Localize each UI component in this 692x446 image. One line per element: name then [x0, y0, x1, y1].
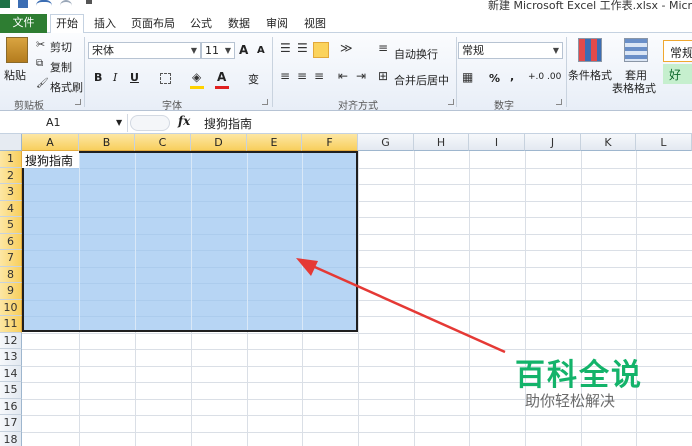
increase-decimal-icon[interactable]: +.0 [528, 72, 544, 82]
align-middle-icon[interactable]: ☰ [297, 41, 308, 55]
phonetic-button[interactable]: 变 [248, 71, 259, 87]
font-group-label: 字体 [162, 101, 182, 112]
save-icon[interactable] [18, 0, 28, 8]
font-name-value: 宋体 [92, 44, 114, 57]
number-dialog-launcher-icon[interactable] [556, 99, 562, 105]
fx-icon[interactable]: fx [178, 114, 190, 128]
tab-review[interactable]: 审阅 [264, 15, 290, 33]
borders-icon[interactable] [160, 73, 171, 84]
clipboard-dialog-launcher-icon[interactable] [75, 99, 81, 105]
tab-home[interactable]: 开始 [50, 14, 84, 33]
formula-bar: A1 ▼ fx 搜狗指南 [0, 112, 692, 134]
watermark: 百科全说 助你轻松解决 [495, 340, 665, 430]
chevron-down-icon[interactable]: ▼ [116, 114, 122, 132]
shrink-font-button[interactable]: A [257, 45, 265, 56]
separator [566, 37, 567, 107]
grow-font-button[interactable]: A [239, 43, 248, 57]
wrap-text-button[interactable]: 自动换行 [394, 46, 438, 62]
separator [272, 37, 273, 107]
tab-file[interactable]: 文件 [0, 14, 47, 33]
ribbon-tabs: 文件 开始 插入 页面布局 公式 数据 审阅 视图 [0, 12, 692, 33]
tab-formulas[interactable]: 公式 [188, 15, 214, 33]
arrow-shaft [307, 262, 506, 354]
tab-data[interactable]: 数据 [226, 15, 252, 33]
chevron-down-icon: ▼ [224, 46, 231, 55]
clipboard-group-label: 剪贴板 [14, 101, 44, 112]
decrease-indent-icon[interactable]: ⇤ [338, 69, 348, 83]
conditional-format-icon[interactable] [578, 38, 602, 62]
copy-icon[interactable]: ⧉ [36, 58, 43, 69]
font-color-icon[interactable]: A [217, 70, 226, 84]
currency-icon[interactable]: ▦ [462, 70, 473, 84]
chevron-down-icon: ▼ [190, 46, 197, 55]
percent-button[interactable]: % [489, 72, 500, 85]
fill-color-icon[interactable]: ◈ [192, 70, 201, 84]
arrow-head [296, 258, 318, 276]
cut-button[interactable]: 剪切 [50, 39, 72, 55]
format-as-table-icon[interactable] [624, 38, 648, 62]
title-bar: 新建 Microsoft Excel 工作表.xlsx - Microsoft [0, 0, 692, 12]
tab-page-layout[interactable]: 页面布局 [130, 15, 176, 33]
formula-input[interactable]: 搜狗指南 [204, 115, 252, 132]
increase-indent-icon[interactable]: ⇥ [356, 69, 366, 83]
tab-insert[interactable]: 插入 [92, 15, 118, 33]
chevron-down-icon: ▼ [552, 46, 559, 55]
orientation-icon[interactable]: ≫ [340, 41, 353, 55]
format-painter-icon[interactable]: 🖌 [36, 78, 49, 89]
separator [456, 37, 457, 107]
font-name-combo[interactable]: 宋体 ▼ [88, 42, 201, 59]
fill-color-bar [190, 86, 204, 89]
font-size-combo[interactable]: 11 ▼ [201, 42, 235, 59]
paste-button[interactable]: 粘贴 [4, 67, 26, 83]
format-as-table-label-2[interactable]: 表格格式 [612, 80, 656, 96]
style-normal-label: 常规 [670, 46, 692, 60]
align-top-icon[interactable]: ☰ [280, 41, 291, 55]
number-format-value: 常规 [462, 44, 484, 57]
wrap-text-icon[interactable]: ≡ [378, 41, 388, 55]
format-painter-button[interactable]: 格式刷 [50, 79, 83, 95]
excel-logo-icon[interactable] [0, 0, 10, 8]
number-format-combo[interactable]: 常规 ▼ [458, 42, 563, 59]
italic-button[interactable]: I [113, 71, 117, 84]
ribbon: 粘贴 ✂ 剪切 ⧉ 复制 🖌 格式刷 剪贴板 宋体 ▼ 11 ▼ A A B I… [0, 33, 692, 112]
copy-button[interactable]: 复制 [50, 59, 72, 75]
redo-icon[interactable] [60, 0, 72, 8]
style-good-label: 好 [669, 68, 682, 82]
formula-divider-handle[interactable] [130, 115, 170, 131]
merge-center-button[interactable]: 合并后居中 [394, 72, 449, 88]
alignment-group-label: 对齐方式 [338, 101, 378, 112]
number-group-label: 数字 [494, 101, 514, 112]
decrease-decimal-icon[interactable]: .00 [547, 72, 561, 82]
align-bottom-icon[interactable] [313, 42, 329, 58]
style-good[interactable]: 好 [663, 64, 692, 84]
undo-icon[interactable] [36, 0, 52, 8]
window-title: 新建 Microsoft Excel 工作表.xlsx - Microsoft [488, 0, 692, 12]
font-color-bar [215, 86, 229, 89]
align-center-icon[interactable]: ≡ [297, 69, 307, 83]
align-left-icon[interactable]: ≡ [280, 69, 290, 83]
comma-button[interactable]: , [510, 70, 514, 83]
style-normal[interactable]: 常规 [663, 40, 692, 62]
bold-button[interactable]: B [94, 71, 102, 84]
align-right-icon[interactable]: ≡ [314, 69, 324, 83]
paste-icon[interactable] [6, 37, 28, 63]
alignment-dialog-launcher-icon[interactable] [448, 99, 454, 105]
watermark-title: 百科全说 [515, 358, 643, 393]
watermark-subtitle: 助你轻松解决 [525, 392, 616, 410]
separator [84, 37, 85, 107]
cut-icon[interactable]: ✂ [36, 38, 45, 51]
font-dialog-launcher-icon[interactable] [262, 99, 268, 105]
name-box-value: A1 [46, 116, 61, 129]
font-size-value: 11 [205, 44, 219, 57]
merge-center-icon[interactable]: ⊞ [378, 69, 388, 83]
name-box[interactable]: A1 ▼ [0, 114, 128, 132]
conditional-format-button[interactable]: 条件格式 [568, 67, 612, 83]
underline-button[interactable]: U [130, 71, 139, 84]
customize-icon[interactable] [86, 0, 92, 8]
tab-view[interactable]: 视图 [302, 15, 328, 33]
